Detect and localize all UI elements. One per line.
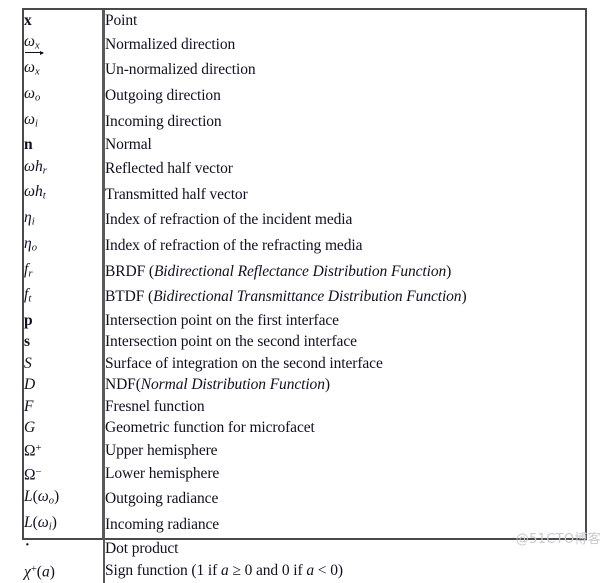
symbol-cell: Ω+ xyxy=(24,438,105,463)
description-cell: Index of refraction of the incident medi… xyxy=(105,211,353,229)
sign-lead: Sign function (1 if xyxy=(105,562,221,580)
symbol-cell: ωx xyxy=(24,51,105,83)
description-cell: BRDF (Bidirectional Reflectance Distribu… xyxy=(105,259,586,285)
btdf-tail: ) xyxy=(461,288,467,306)
symbol-cell: · xyxy=(24,533,105,559)
description-cell: Incoming radiance xyxy=(105,515,220,533)
description-cell: Index of refraction of the refracting me… xyxy=(105,237,363,254)
dot-operator-icon: · xyxy=(24,533,31,556)
description-cell: Lower hemisphere xyxy=(105,465,220,483)
description-cell: NDF(Normal Distribution Function) xyxy=(105,374,586,395)
description-cell: Normalized direction xyxy=(105,35,236,53)
symbol-cell: L(ωi) xyxy=(24,511,105,538)
btdf-lead: BTDF ( xyxy=(105,288,154,306)
ndf-expansion: Normal Distribution Function xyxy=(140,376,325,394)
symbol-cell: ωhr xyxy=(24,155,105,182)
sign-var-1: a xyxy=(220,562,229,580)
symbol-cell: ft xyxy=(24,284,105,310)
description-cell: Reflected half vector xyxy=(105,159,233,177)
table-row: ηo Index of refraction of the refracting… xyxy=(24,232,585,259)
symbol-cell: n xyxy=(24,134,105,156)
table-row: L(ωi) Incoming radiance xyxy=(24,511,585,538)
notation-table-body: x Point ωx Normalized direction ωx Un-no… xyxy=(24,10,585,583)
notation-table: x Point ωx Normalized direction ωx Un-no… xyxy=(22,8,587,583)
description-cell: Fresnel function xyxy=(105,397,205,415)
table-row: ωhr Reflected half vector xyxy=(24,155,585,182)
description-cell: Intersection point on the first interfac… xyxy=(105,312,339,329)
btdf-expansion: Bidirectional Transmittance Distribution… xyxy=(153,288,462,306)
sign-var-2: a xyxy=(306,562,314,580)
symbol-cell: ηi xyxy=(24,207,105,233)
symbol-cell: G xyxy=(24,417,105,439)
description-cell: Outgoing direction xyxy=(105,87,221,104)
symbol-cell: p xyxy=(24,310,105,332)
sign-mid-1: ≥ 0 and 0 if xyxy=(228,562,307,580)
table-row: G Geometric function for microfacet xyxy=(24,417,585,439)
table-row: Ω− Lower hemisphere xyxy=(24,462,585,487)
brdf-expansion: Bidirectional Reflectance Distribution F… xyxy=(153,262,447,280)
description-cell: Geometric function for microfacet xyxy=(105,419,315,437)
table-row: D NDF(Normal Distribution Function) xyxy=(24,374,586,396)
table-row: x Point xyxy=(24,10,585,32)
table-row: F Fresnel function xyxy=(24,395,585,418)
description-cell: BTDF (Bidirectional Transmittance Distri… xyxy=(105,284,586,310)
sign-mid-2: < 0) xyxy=(314,562,343,580)
description-cell: Un-normalized direction xyxy=(105,61,256,79)
symbol-cell: ωi xyxy=(24,108,105,135)
symbol-cell: χ+(a) xyxy=(24,558,105,583)
table-row: χ+(a) Sign function (1 if a ≥ 0 and 0 if… xyxy=(24,558,586,583)
symbol-cell: D xyxy=(24,374,105,396)
description-cell: Normal xyxy=(105,136,152,154)
table-row: L(ωo) Outgoing radiance xyxy=(24,486,585,512)
symbol-cell: Ω− xyxy=(24,462,105,487)
table-row: s Intersection point on the second inter… xyxy=(24,331,585,353)
ndf-lead: NDF( xyxy=(105,376,141,394)
description-cell: Intersection point on the second interfa… xyxy=(105,333,357,351)
watermark: @51CTO博客 xyxy=(515,532,601,547)
ndf-tail: ) xyxy=(324,376,330,394)
table-row: ωx Normalized direction xyxy=(24,31,585,58)
table-row: · Dot product xyxy=(24,533,585,559)
table-row: ωht Transmitted half vector xyxy=(24,181,585,208)
table-row: p Intersection point on the first interf… xyxy=(24,310,585,332)
table-row: ft BTDF (Bidirectional Transmittance Dis… xyxy=(24,284,585,310)
description-cell: Dot product xyxy=(105,539,179,557)
symbol-cell: L(ωo) xyxy=(24,486,105,512)
table-row: ωi Incoming direction xyxy=(24,108,585,135)
symbol-cell: F xyxy=(24,395,105,418)
brdf-tail: ) xyxy=(446,262,452,280)
description-cell: Incoming direction xyxy=(105,112,222,130)
description-cell: Outgoing radiance xyxy=(105,490,219,508)
symbol-cell: fr xyxy=(24,258,105,285)
description-cell: Upper hemisphere xyxy=(105,441,218,459)
table-row: S Surface of integration on the second i… xyxy=(24,352,585,375)
table-row: n Normal xyxy=(24,134,585,156)
symbol-cell: ωo xyxy=(24,82,105,109)
symbol-cell: s xyxy=(24,331,105,353)
symbol-cell: S xyxy=(24,352,105,375)
description-cell: Sign function (1 if a ≥ 0 and 0 if a < 0… xyxy=(105,559,586,583)
symbol-cell: x xyxy=(24,10,105,32)
table-row: fr BRDF (Bidirectional Reflectance Distr… xyxy=(24,258,586,285)
brdf-lead: BRDF ( xyxy=(105,262,154,280)
table-row: ηi Index of refraction of the incident m… xyxy=(24,207,585,233)
table-row: Ω+ Upper hemisphere xyxy=(24,438,585,463)
description-cell: Transmitted half vector xyxy=(105,185,248,203)
description-cell: Point xyxy=(105,12,138,29)
symbol-cell: ηo xyxy=(24,232,105,259)
table-row: ωo Outgoing direction xyxy=(24,82,585,109)
symbol-cell: ωht xyxy=(24,181,105,208)
table-row: ωx Un-normalized direction xyxy=(24,51,585,83)
description-cell: Surface of integration on the second int… xyxy=(105,354,383,372)
